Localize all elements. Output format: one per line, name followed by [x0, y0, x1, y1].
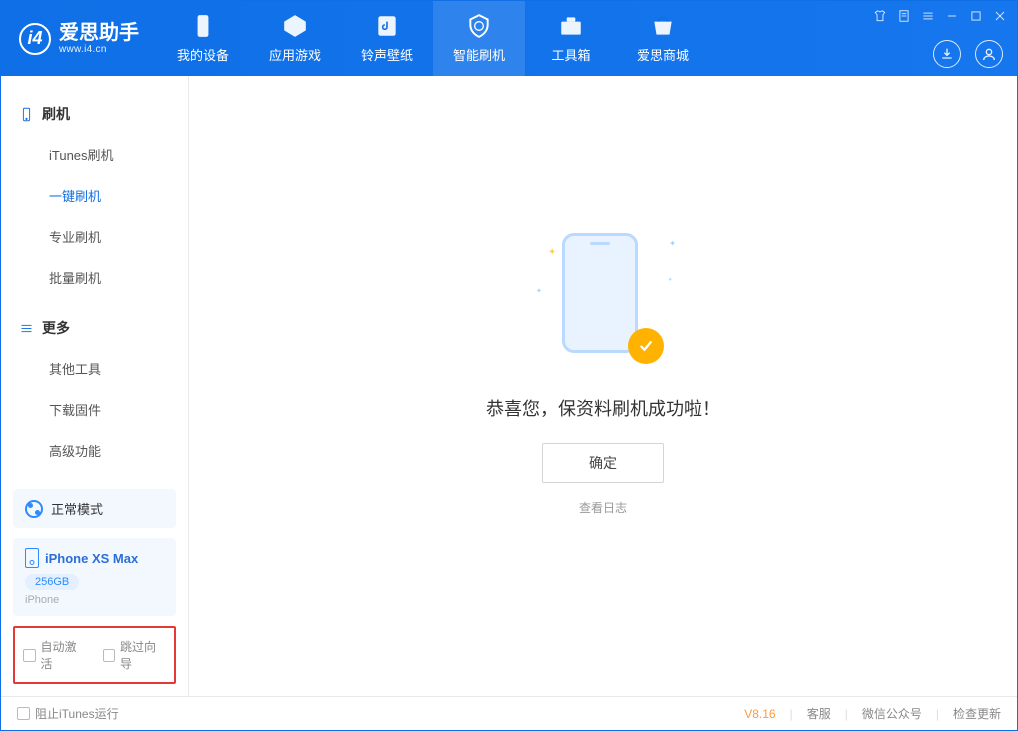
maximize-button[interactable]	[969, 9, 983, 23]
shirt-icon[interactable]	[873, 9, 887, 23]
version-label: V8.16	[744, 707, 775, 721]
sidebar-item-itunes[interactable]: iTunes刷机	[1, 134, 188, 175]
download-button[interactable]	[933, 40, 961, 68]
mode-card[interactable]: 正常模式	[13, 489, 176, 528]
list-icon	[19, 321, 34, 336]
tab-ringtone-wallpaper[interactable]: 铃声壁纸	[341, 1, 433, 76]
mode-label: 正常模式	[51, 499, 103, 518]
header: i4 爱思助手 www.i4.cn 我的设备 应用游戏 铃声壁纸 智能刷机 工具…	[1, 1, 1017, 76]
user-button[interactable]	[975, 40, 1003, 68]
sidebar-item-advanced[interactable]: 高级功能	[1, 430, 188, 471]
footer-wechat-link[interactable]: 微信公众号	[862, 705, 922, 722]
success-message: 恭喜您，保资料刷机成功啦！	[486, 395, 720, 421]
app-title: 爱思助手	[59, 22, 139, 44]
window-controls	[873, 9, 1007, 23]
success-illustration: ✦ ✦ ✦ ●	[548, 227, 658, 367]
checkbox-skip-guide[interactable]: 跳过向导	[103, 638, 167, 672]
app-subtitle: www.i4.cn	[59, 44, 139, 55]
phone-icon	[25, 548, 39, 568]
sidebar-item-batch[interactable]: 批量刷机	[1, 257, 188, 298]
device-name: iPhone XS Max	[45, 551, 138, 566]
sidebar-item-download-firmware[interactable]: 下载固件	[1, 389, 188, 430]
tab-my-device[interactable]: 我的设备	[157, 1, 249, 76]
device-type: iPhone	[25, 594, 164, 606]
sidebar-item-pro[interactable]: 专业刷机	[1, 216, 188, 257]
view-log-link[interactable]: 查看日志	[579, 499, 627, 516]
sidebar: 刷机 iTunes刷机 一键刷机 专业刷机 批量刷机 更多 其他工具 下载固件 …	[1, 76, 189, 696]
storage-badge: 256GB	[25, 574, 79, 590]
tab-store[interactable]: 爱思商城	[617, 1, 709, 76]
checkbox-auto-activate[interactable]: 自动激活	[23, 638, 87, 672]
device-icon	[19, 107, 34, 122]
check-badge-icon	[628, 328, 664, 364]
main-tabs: 我的设备 应用游戏 铃声壁纸 智能刷机 工具箱 爱思商城	[157, 1, 709, 76]
content-area: ✦ ✦ ✦ ● 恭喜您，保资料刷机成功啦！ 确定 查看日志	[189, 76, 1017, 696]
note-icon[interactable]	[897, 9, 911, 23]
footer: 阻止iTunes运行 V8.16 | 客服 | 微信公众号 | 检查更新	[1, 696, 1017, 730]
sidebar-item-other-tools[interactable]: 其他工具	[1, 348, 188, 389]
checkbox-block-itunes[interactable]: 阻止iTunes运行	[17, 705, 119, 722]
options-box: 自动激活 跳过向导	[13, 626, 176, 684]
phone-illustration-icon	[562, 233, 638, 353]
logo-icon: i4	[19, 23, 51, 55]
minimize-button[interactable]	[945, 9, 959, 23]
logo-area: i4 爱思助手 www.i4.cn	[1, 1, 157, 76]
sidebar-group-flash: 刷机	[1, 98, 188, 134]
sidebar-item-one-click[interactable]: 一键刷机	[1, 175, 188, 216]
close-button[interactable]	[993, 9, 1007, 23]
tab-toolbox[interactable]: 工具箱	[525, 1, 617, 76]
footer-service-link[interactable]: 客服	[807, 705, 831, 722]
device-card[interactable]: iPhone XS Max 256GB iPhone	[13, 538, 176, 616]
sidebar-group-more: 更多	[1, 312, 188, 348]
menu-icon[interactable]	[921, 9, 935, 23]
tab-apps-games[interactable]: 应用游戏	[249, 1, 341, 76]
header-actions	[933, 40, 1003, 68]
tab-smart-flash[interactable]: 智能刷机	[433, 1, 525, 76]
mode-icon	[25, 500, 43, 518]
ok-button[interactable]: 确定	[542, 443, 664, 483]
footer-update-link[interactable]: 检查更新	[953, 705, 1001, 722]
